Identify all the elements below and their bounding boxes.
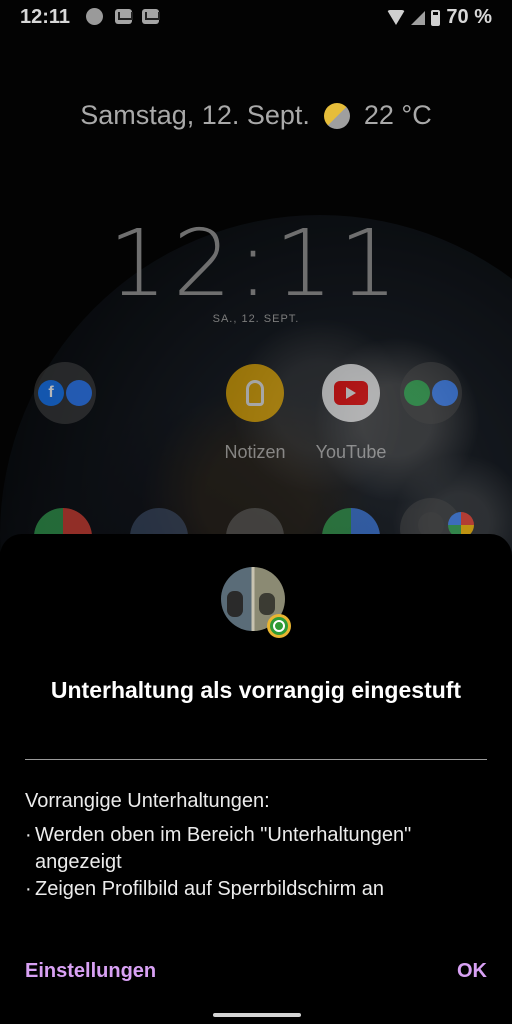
messenger-icon bbox=[66, 380, 92, 406]
signal-icon bbox=[411, 10, 426, 25]
status-bar: 12:11 70 % bbox=[0, 0, 512, 34]
keep-notes-icon bbox=[226, 364, 284, 422]
ok-button[interactable]: OK bbox=[457, 960, 487, 983]
app-notizen[interactable]: Notizen bbox=[224, 364, 286, 462]
battery-icon bbox=[431, 9, 441, 26]
facebook-icon: f bbox=[38, 380, 64, 406]
date-weather-row: Samstag, 12. Sept. 22 °C bbox=[0, 100, 512, 131]
partly-cloudy-icon bbox=[323, 102, 350, 129]
lockscreen-date: Samstag, 12. Sept. bbox=[80, 100, 310, 130]
social-folder[interactable]: f bbox=[34, 362, 96, 424]
wifi-icon bbox=[387, 10, 406, 25]
dialog-divider bbox=[25, 759, 487, 760]
temperature: 22 °C bbox=[363, 100, 432, 130]
drive-icon bbox=[404, 380, 430, 406]
app-youtube[interactable]: YouTube bbox=[316, 364, 386, 462]
lockscreen-clock: 12:11 bbox=[108, 210, 404, 317]
status-time: 12:11 bbox=[20, 6, 71, 28]
gesture-nav-handle[interactable] bbox=[213, 1013, 301, 1017]
docs-icon bbox=[432, 380, 458, 406]
whatsapp-icon bbox=[267, 614, 291, 638]
bullet-text: Werden oben im Bereich "Unterhaltungen" … bbox=[35, 824, 412, 873]
settings-button[interactable]: Einstellungen bbox=[25, 960, 156, 983]
gmail-icon bbox=[115, 9, 132, 24]
vpn-icon bbox=[86, 8, 103, 25]
battery-level: 70 % bbox=[446, 6, 492, 28]
lockscreen-small-date: SA., 12. SEPT. bbox=[212, 313, 300, 325]
youtube-icon bbox=[322, 364, 380, 422]
dialog-intro: Vorrangige Unterhaltungen: bbox=[25, 790, 270, 812]
google-folder[interactable] bbox=[400, 362, 462, 424]
dialog-bullet: · Werden oben im Bereich "Unterhaltungen… bbox=[25, 822, 490, 876]
app-label: YouTube bbox=[315, 442, 387, 462]
dialog-title: Unterhaltung als vorrangig eingestuft bbox=[50, 677, 462, 703]
gmail-icon bbox=[142, 9, 159, 24]
contact-avatar-group bbox=[221, 567, 291, 638]
dialog-bullet: · Zeigen Profilbild auf Sperrbildschirm … bbox=[25, 876, 490, 903]
app-label: Notizen bbox=[224, 442, 286, 462]
bullet-text: Zeigen Profilbild auf Sperrbildschirm an bbox=[35, 878, 385, 900]
